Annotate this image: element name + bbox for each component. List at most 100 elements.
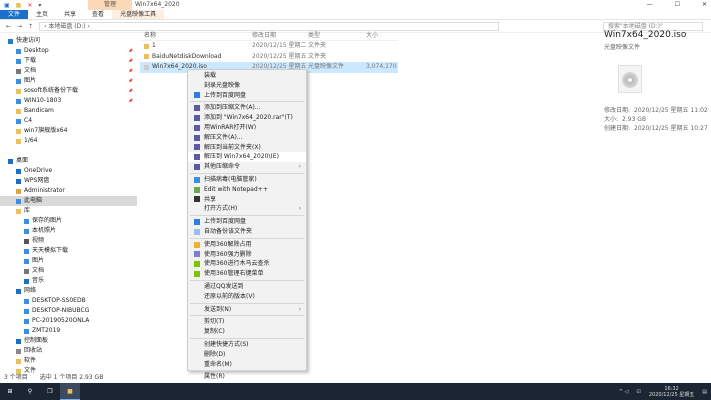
blank-icon	[194, 361, 200, 367]
nav-item[interactable]: 快速访问	[0, 36, 137, 46]
menu-item[interactable]: 删除(D)	[188, 350, 306, 360]
nav-item[interactable]: 此电脑	[0, 196, 137, 206]
menu-item[interactable]: 重命名(M)	[188, 360, 306, 370]
tab-disc-image-tools[interactable]: 光盘映像工具	[112, 10, 165, 19]
search-icon[interactable]: ⚲	[20, 383, 40, 400]
menu-item[interactable]: 打开方式(H) ›	[188, 204, 306, 214]
nav-item[interactable]: DESKTOP-NIBUBCG	[0, 306, 137, 316]
properties-icon[interactable]: ▾	[38, 2, 41, 9]
nav-item[interactable]: 桌面	[0, 156, 137, 166]
system-tray: ^ ◁ ☑ 16:32 2020/12/25 星期五 ▤	[619, 383, 707, 400]
menu-item[interactable]: 使用360解除占用	[188, 240, 306, 250]
menu-item[interactable]: Edit with Notepad++	[188, 185, 306, 195]
nav-item[interactable]: 天天模拟下载	[0, 246, 137, 256]
nav-item[interactable]: 图片	[0, 256, 137, 266]
nav-item[interactable]: 本机照片	[0, 226, 137, 236]
menu-item[interactable]: 使用360管理右键菜单	[188, 269, 306, 279]
menu-item[interactable]: 扫描病毒(电脑管家)	[188, 175, 306, 185]
tab-share[interactable]: 共享	[56, 10, 84, 19]
clock[interactable]: 16:32 2020/12/25 星期五	[649, 386, 694, 398]
nav-item[interactable]: 保存的图片	[0, 216, 137, 226]
nav-item[interactable]: 下载 📌	[0, 56, 137, 66]
menu-item[interactable]: 创建快捷方式(S)	[188, 340, 306, 350]
menu-item[interactable]: 复制(C)	[188, 327, 306, 337]
nav-item[interactable]: 音乐	[0, 276, 137, 286]
nav-item[interactable]: sosoft系统备份下载 📌	[0, 86, 137, 96]
nav-item[interactable]: 软件	[0, 356, 137, 366]
menu-item[interactable]: 添加到 "Win7x64_2020.rar"(T)	[188, 113, 306, 123]
tab-file[interactable]: 文件	[0, 10, 29, 19]
menu-item[interactable]: 共享	[188, 195, 306, 205]
nav-item[interactable]: 网络	[0, 286, 137, 296]
nav-item[interactable]: C4	[0, 116, 137, 126]
close-button[interactable]: ✕	[702, 0, 707, 10]
pin-icon: 📌	[128, 58, 133, 63]
menu-item[interactable]: 其他压缩命令 ›	[188, 162, 306, 172]
nav-item[interactable]: 文档	[0, 266, 137, 276]
back-icon[interactable]: ←	[6, 23, 11, 30]
file-size: 3,074,170 ...	[366, 63, 398, 70]
nav-item[interactable]: Administrator	[0, 186, 137, 196]
nav-item[interactable]: 回收站	[0, 346, 137, 356]
forward-icon[interactable]: →	[17, 23, 22, 30]
picture-icon	[24, 218, 29, 224]
picture-icon	[24, 228, 29, 234]
maximize-button[interactable]: ☐	[675, 0, 680, 10]
menu-item-label: 还原以前的版本(V)	[204, 292, 255, 300]
nav-item[interactable]: Bandicam	[0, 106, 137, 116]
file-explorer-icon[interactable]: ■	[60, 383, 80, 400]
column-type[interactable]: 类型	[308, 30, 366, 40]
nav-item[interactable]: WIN10-1803 📌	[0, 96, 137, 106]
tab-home[interactable]: 主页	[28, 10, 56, 19]
tab-view[interactable]: 查看	[84, 10, 112, 19]
menu-item[interactable]: 刻录光盘映像	[188, 81, 306, 91]
menu-item[interactable]: 使用360强力删除	[188, 250, 306, 260]
menu-item[interactable]: 通过QQ发送到	[188, 282, 306, 292]
file-row[interactable]: 1 2020/12/15 星期二 1...文件夹	[140, 41, 398, 52]
menu-item[interactable]: 自动备份该文件夹	[188, 227, 306, 237]
nav-item[interactable]: PC-20190520ONLA	[0, 316, 137, 326]
menu-item[interactable]: 解压文件(A)...	[188, 133, 306, 143]
menu-item[interactable]: 解压到 Win7x64_2020\(E)	[188, 152, 306, 163]
delete-icon[interactable]: ✕	[27, 2, 32, 9]
menu-item[interactable]: 使用360进行木马云查杀	[188, 259, 306, 269]
nav-item[interactable]: OneDrive	[0, 166, 137, 176]
menu-item[interactable]: 上传到百度网盘	[188, 217, 306, 227]
nav-item[interactable]: win7旗舰版x64	[0, 126, 137, 136]
column-size[interactable]: 大小	[366, 30, 398, 40]
menu-item[interactable]: 剪切(T)	[188, 317, 306, 327]
nav-item[interactable]: 库	[0, 206, 137, 216]
menu-item[interactable]: 上传到百度网盘	[188, 91, 306, 101]
nav-item[interactable]: 文档 📌	[0, 66, 137, 76]
tray-overflow-icon[interactable]: ^ ◁	[619, 389, 629, 395]
checkbox-tray-icon[interactable]: ☑	[636, 389, 640, 395]
menu-item-label: 使用360解除占用	[204, 240, 252, 248]
menu-item[interactable]: 用WinRAR打开(W)	[188, 123, 306, 133]
nav-item[interactable]: 1/64	[0, 136, 137, 146]
nav-item[interactable]: ZMT2019	[0, 326, 137, 336]
start-button[interactable]: ⊞	[0, 383, 20, 400]
minimize-button[interactable]: —	[647, 0, 653, 10]
winrar-icon	[194, 115, 200, 122]
nav-item[interactable]: Desktop 📌	[0, 46, 137, 56]
menu-item[interactable]: 还原以前的版本(V)	[188, 292, 306, 302]
nav-item[interactable]	[0, 146, 137, 156]
column-name[interactable]: 名称	[140, 30, 252, 40]
up-icon[interactable]: ↑	[28, 23, 33, 30]
menu-item[interactable]: 发送到(N) ›	[188, 305, 306, 315]
nav-item[interactable]: 图片 📌	[0, 76, 137, 86]
column-date[interactable]: 修改日期	[252, 30, 308, 40]
menu-item[interactable]: 装载	[188, 71, 306, 81]
notification-icon[interactable]: ▤	[702, 389, 707, 395]
task-view-icon[interactable]: ❐	[40, 383, 60, 400]
menu-item[interactable]: 解压到当前文件夹(X)	[188, 143, 306, 153]
folder-icon[interactable]: ■	[16, 2, 22, 9]
nav-item[interactable]: 控制面板	[0, 336, 137, 346]
save-icon[interactable]: ▣	[4, 2, 10, 9]
file-row[interactable]: BaiduNetdiskDownload 2020/12/25 星期五 1...文…	[140, 52, 398, 63]
nav-item[interactable]: 视频	[0, 236, 137, 246]
nav-item[interactable]: DESKTOP-SS0EDB	[0, 296, 137, 306]
menu-item[interactable]: 添加到压缩文件(A)...	[188, 103, 306, 113]
menu-item-label: 装载	[204, 72, 217, 79]
nav-item[interactable]: WPS网盘	[0, 176, 137, 186]
